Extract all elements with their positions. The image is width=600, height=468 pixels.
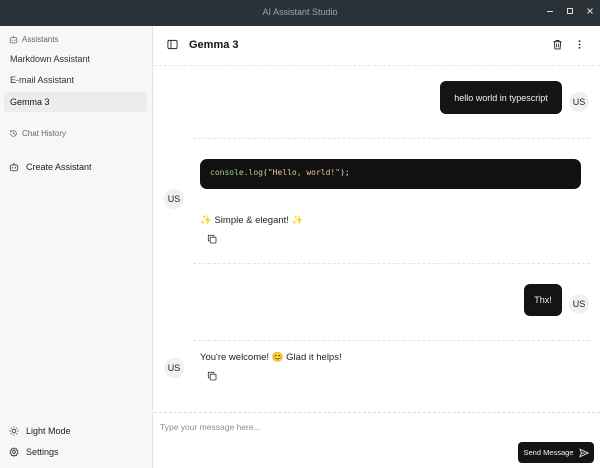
message-separator [193,138,590,139]
window-titlebar: AI Assistant Studio [0,0,600,26]
assistant-message-text: ✨ Simple & elegant! ✨ [200,215,304,226]
avatar: US [164,358,184,378]
chat-history-header[interactable]: Chat History [9,129,66,138]
code-string: "Hello, world!" [267,168,341,177]
send-message-button[interactable]: Send Message [518,442,594,463]
maximize-icon[interactable] [563,6,577,20]
sidebar-item-markdown-assistant[interactable]: Markdown Assistant [4,49,147,69]
create-assistant-button[interactable]: Create Assistant [9,162,92,172]
code-block: console.log("Hello, world!"); [200,159,581,189]
sun-icon [9,426,19,436]
light-mode-toggle[interactable]: Light Mode [9,426,71,436]
chat-history-label: Chat History [22,129,67,138]
user-message-text: Thx! [534,295,552,305]
assistants-header-label: Assistants [22,35,59,44]
avatar: US [569,92,589,112]
send-message-label: Send Message [523,448,574,457]
settings-label: Settings [26,447,59,457]
avatar: US [164,189,184,209]
user-message-bubble: Thx! [524,284,562,316]
sidebar-item-label: Markdown Assistant [10,54,91,64]
copy-icon[interactable] [206,370,218,382]
window-title: AI Assistant Studio [262,7,338,17]
create-assistant-label: Create Assistant [26,162,92,172]
code-function: console.log [210,168,263,177]
message-input[interactable] [160,419,590,435]
message-separator [193,340,590,341]
page-title: Gemma 3 [189,39,239,51]
chat-header: Gemma 3 [154,26,600,66]
message-composer: Send Message [154,412,600,468]
send-icon [578,447,589,458]
bot-plus-icon [9,162,19,172]
minimize-icon[interactable] [543,6,557,20]
close-icon[interactable] [583,6,597,20]
settings-button[interactable]: Settings [9,447,59,457]
copy-icon[interactable] [206,233,218,245]
user-message-text: hello world in typescript [454,92,548,103]
trash-icon[interactable] [552,39,563,50]
assistants-header: Assistants [9,35,58,44]
sidebar-item-label: Gemma 3 [10,97,50,107]
light-mode-label: Light Mode [26,426,71,436]
assistant-message-text: You're welcome! 😊 Glad it helps! [200,352,342,363]
sidebar-item-gemma-3[interactable]: Gemma 3 [4,92,147,112]
gear-icon [9,447,19,457]
history-icon [9,129,18,138]
sidebar-item-label: E-mail Assistant [10,75,75,85]
code-paren-close: ); [340,168,350,177]
sidebar-toggle-icon[interactable] [167,39,178,50]
user-message-bubble: hello world in typescript [440,81,562,114]
bot-icon [9,35,18,44]
sidebar-item-email-assistant[interactable]: E-mail Assistant [4,70,147,90]
message-separator [193,263,590,264]
sidebar: Assistants Markdown Assistant E-mail Ass… [0,26,153,468]
more-vertical-icon[interactable] [574,39,585,50]
avatar: US [569,294,589,314]
